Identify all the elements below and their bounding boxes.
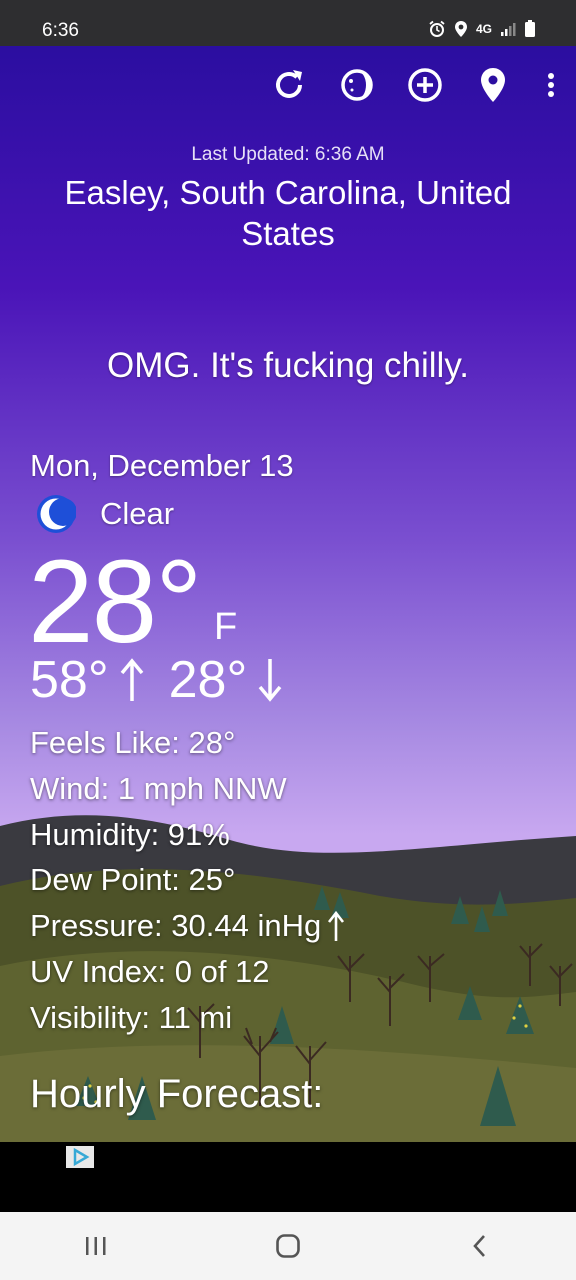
dew-point: Dew Point: 25° (30, 862, 236, 898)
system-navigation-bar (0, 1212, 576, 1280)
condition-row: Clear (36, 494, 174, 534)
snarky-tagline: OMG. It's fucking chilly. (107, 346, 469, 385)
visibility: Visibility: 11 mi (30, 999, 233, 1035)
app-toolbar (270, 66, 560, 104)
weather-details: Feels Like: 28° Wind: 1 mph NNW Humidity… (30, 720, 345, 1041)
alarm-icon (429, 20, 445, 37)
recent-apps-button[interactable] (66, 1216, 126, 1276)
pressure: Pressure: 30.44 inHg (30, 908, 322, 944)
location-status-icon (454, 21, 467, 37)
moon-icon (37, 495, 76, 533)
pressure-row: Pressure: 30.44 inHg (30, 903, 345, 949)
location-button[interactable] (474, 66, 512, 104)
refresh-button[interactable] (270, 66, 308, 104)
ad-banner[interactable] (0, 1142, 576, 1212)
high-temperature: 58° (30, 651, 109, 709)
back-button[interactable] (450, 1216, 510, 1276)
moon-phase-button[interactable] (338, 66, 376, 104)
arrow-down-icon (258, 659, 282, 702)
location-pin-icon (481, 68, 505, 102)
high-low-row: 58° 28° (30, 650, 283, 710)
arrow-up-icon (120, 658, 143, 701)
hourly-forecast-title: Hourly Forecast: (30, 1072, 324, 1116)
more-options-button[interactable] (542, 66, 560, 104)
home-icon (276, 1234, 300, 1258)
ad-choices-icon[interactable] (66, 1146, 94, 1168)
add-location-icon (408, 68, 442, 102)
uv-index: UV Index: 0 of 12 (30, 953, 270, 989)
status-time: 6:36 (42, 20, 79, 41)
low-temperature: 28° (168, 651, 248, 709)
last-updated: Last Updated: 6:36 AM (191, 144, 385, 165)
location-name[interactable]: Easley, South Carolina, United States (40, 172, 536, 254)
refresh-icon (276, 70, 302, 98)
temperature-unit[interactable]: F (214, 606, 237, 649)
signal-icon (501, 23, 516, 36)
wind: Wind: 1 mph NNW (30, 770, 287, 806)
moon-phase-icon (341, 69, 373, 101)
more-vert-icon (548, 73, 554, 97)
status-icons: 4G (428, 20, 536, 38)
network-type: 4G (475, 22, 492, 36)
humidity: Humidity: 91% (30, 816, 230, 852)
add-location-button[interactable] (406, 66, 444, 104)
feels-like: Feels Like: 28° (30, 725, 236, 760)
back-icon (473, 1235, 485, 1257)
battery-icon (525, 20, 535, 37)
pressure-rising-icon (328, 910, 345, 942)
forecast-date: Mon, December 13 (30, 448, 294, 483)
recent-apps-icon (86, 1237, 106, 1255)
condition-text: Clear (100, 496, 175, 531)
status-bar: 6:36 4G (0, 0, 576, 46)
home-button[interactable] (258, 1216, 318, 1276)
weather-app: Last Updated: 6:36 AM Easley, South Caro… (0, 46, 576, 1142)
